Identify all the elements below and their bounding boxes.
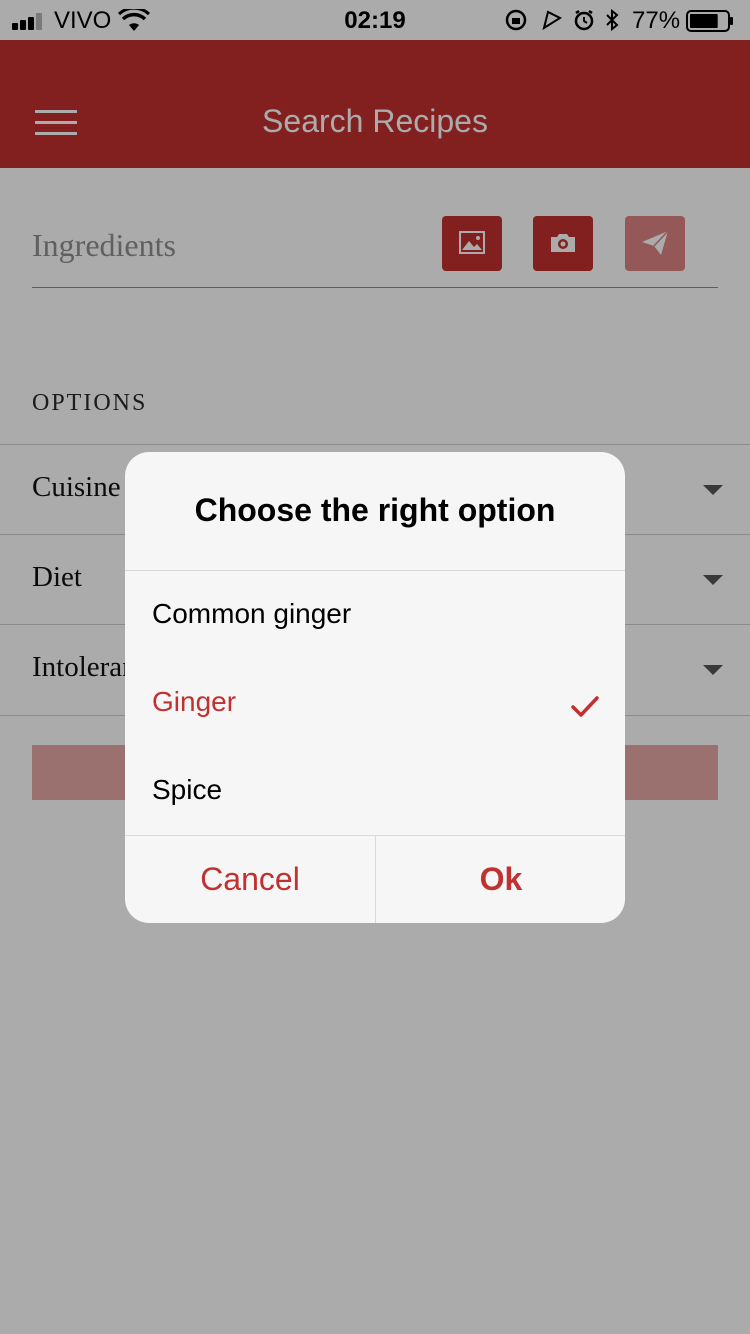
checkmark-icon — [571, 696, 599, 717]
dialog-option-label: Common ginger — [152, 598, 352, 629]
ok-button[interactable]: Ok — [376, 836, 625, 923]
cancel-button[interactable]: Cancel — [125, 836, 375, 923]
dialog-option-spice[interactable]: Spice — [125, 747, 625, 835]
dialog-option-ginger[interactable]: Ginger — [125, 659, 625, 747]
dialog-option-common-ginger[interactable]: Common ginger — [125, 571, 625, 659]
dialog-title: Choose the right option — [194, 492, 556, 528]
dialog-option-label: Ginger — [152, 686, 237, 717]
dialog-option-label: Spice — [152, 774, 223, 805]
choose-option-dialog: Choose the right option Common ginger Gi… — [125, 452, 625, 923]
